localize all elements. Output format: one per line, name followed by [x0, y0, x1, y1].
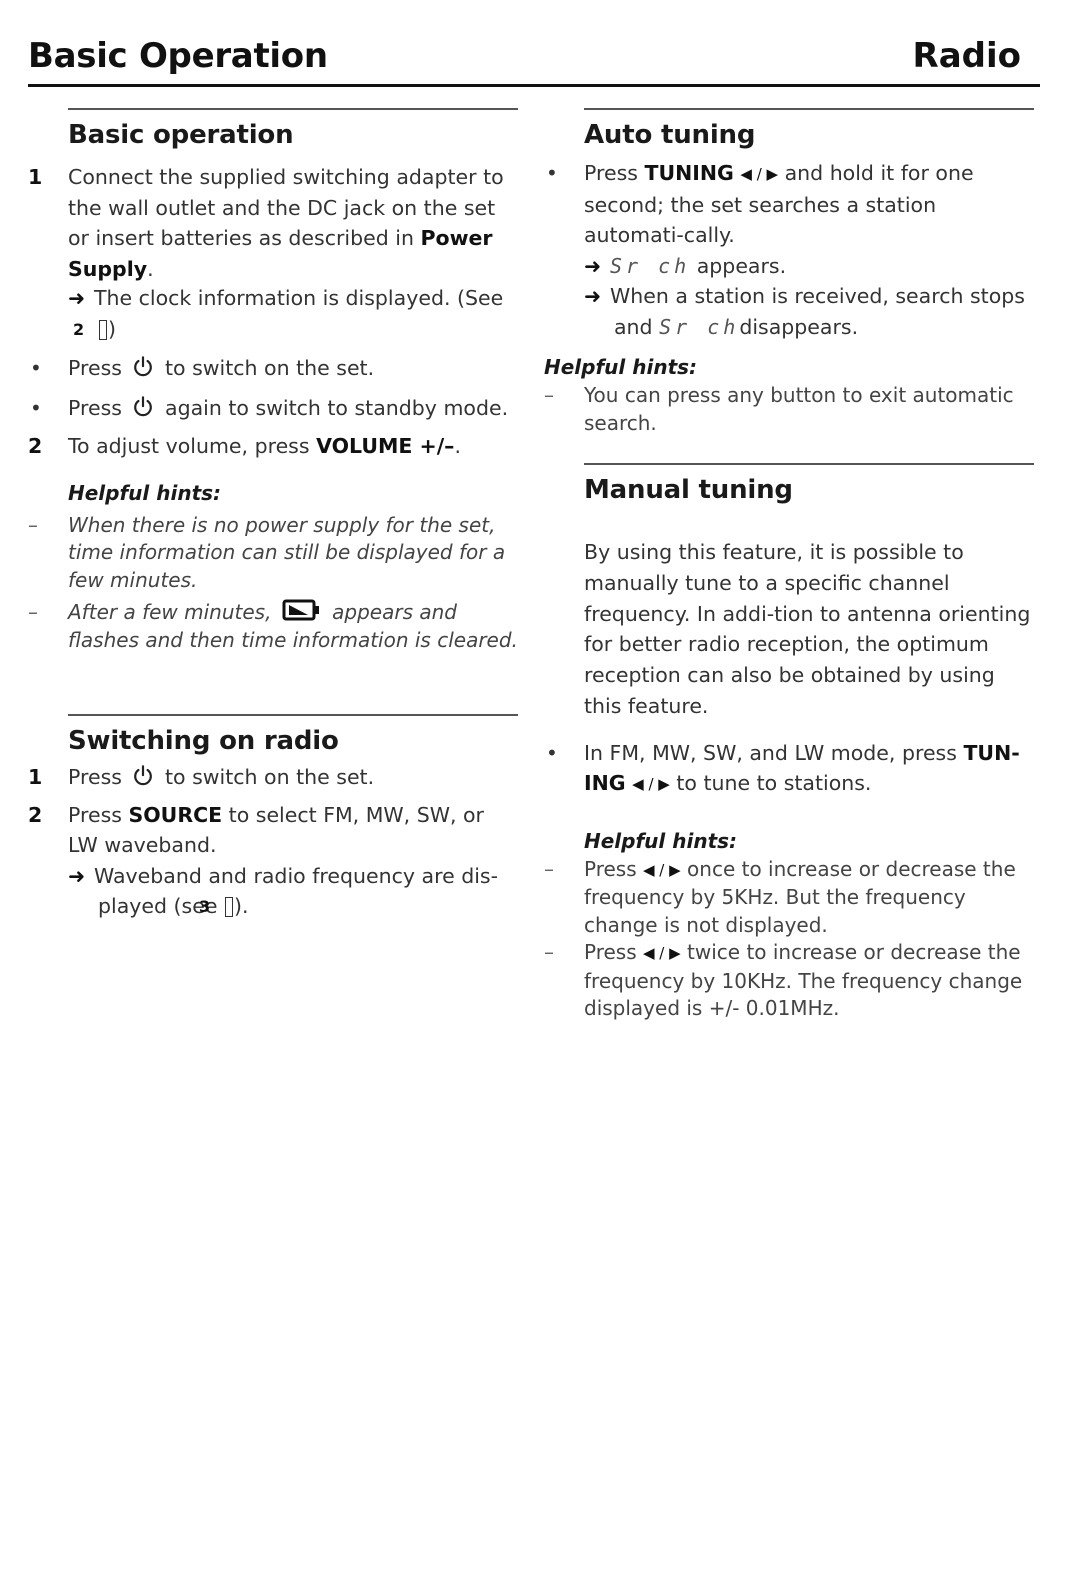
right-column: Auto tuning • Press TUNING ◀ / ▶ and hol… — [544, 108, 1034, 1023]
section-title: Basic operation — [68, 120, 294, 150]
hints-title: Helpful hints: — [544, 355, 698, 379]
result-text: The clock information is displayed. (See — [94, 286, 504, 310]
helpful-hints: Helpful hints: – You can press any butto… — [544, 352, 1034, 437]
bullet-text: Press — [68, 395, 129, 420]
bullet-icon: • — [30, 395, 42, 420]
figure-ref-badge: 3 — [199, 897, 233, 917]
dash-icon: – — [28, 600, 38, 624]
section-switching-on-radio: Switching on radio 1 Press to switch on … — [28, 714, 518, 922]
section-title: Auto tuning — [584, 120, 756, 150]
tuning-label: TUNING — [644, 161, 734, 185]
step-text: to switch on the set. — [158, 765, 375, 789]
bullet-text: to tune to stations. — [669, 771, 872, 796]
helpful-hints: Helpful hints: – Press ◀ / ▶ once to inc… — [544, 826, 1034, 1023]
page-title-right: Radio — [912, 36, 1021, 76]
hint-item: – When there is no power supply for the … — [28, 512, 518, 595]
section-rule — [68, 714, 518, 716]
punctuation: ) — [108, 316, 116, 341]
bullet-icon: • — [546, 740, 558, 765]
step-result: ➜ Waveband and radio frequency are dis-pl… — [68, 861, 518, 922]
dash-icon: – — [544, 940, 554, 965]
hint-item: – Press ◀ / ▶ once to increase or decrea… — [544, 856, 1034, 940]
hint-item: – You can press any button to exit autom… — [544, 382, 1034, 437]
hint-text: After a few minutes, — [68, 600, 278, 624]
intro-paragraph: By using this feature, it is possible to… — [584, 540, 1031, 718]
step-text: Press — [68, 802, 129, 827]
result-text: Waveband and radio frequency are dis-pla… — [94, 863, 498, 919]
arrow-icon: ➜ — [68, 863, 86, 888]
section-basic-operation: Basic operation 1 Connect the supplied s… — [28, 108, 518, 654]
bullet-text: to switch on the set. — [158, 356, 375, 380]
battery-icon — [282, 599, 319, 621]
dash-icon: – — [544, 383, 554, 407]
bullet-text: Press — [68, 356, 129, 380]
step-number: 2 — [28, 434, 43, 458]
section-manual-tuning: Manual tuning By using this feature, it … — [544, 463, 1034, 1023]
dash-icon: – — [544, 856, 554, 881]
figure-ref-badge: 2 — [73, 319, 107, 340]
bullet-manual-tune: • In FM, MW, SW, and LW mode, press TUN-… — [544, 738, 1034, 800]
step-text: To adjust volume, press — [68, 434, 317, 458]
hints-title: Helpful hints: — [68, 480, 222, 505]
bullet-switch-on: • Press to switch on the set. — [28, 353, 518, 384]
bullet-text: Press — [584, 161, 645, 185]
hints-title: Helpful hints: — [584, 828, 738, 853]
step-2: 2 Press SOURCE to select FM, MW, SW, or … — [28, 800, 518, 922]
header-rule — [28, 84, 1040, 87]
tuning-arrows-icon: ◀ / ▶ — [643, 944, 681, 963]
hint-text: When there is no power supply for the se… — [68, 512, 506, 592]
hint-item: – Press ◀ / ▶ twice to increase or decre… — [544, 939, 1034, 1023]
tuning-arrows-icon: ◀ / ▶ — [632, 775, 670, 794]
tuning-arrows-icon: ◀ / ▶ — [643, 860, 681, 879]
step-number: 1 — [28, 165, 43, 189]
result-text: appears. — [690, 253, 787, 278]
left-column: Basic operation 1 Connect the supplied s… — [28, 108, 518, 922]
hint-item: – After a few minutes, appears and flash… — [28, 599, 518, 654]
result-search: ➜ Sr ch appears. — [584, 251, 1034, 282]
bullet-auto-tune: • Press TUNING ◀ / ▶ and hold it for one… — [544, 158, 1034, 342]
arrow-icon: ➜ — [584, 253, 602, 278]
power-icon — [134, 395, 153, 416]
step-result: ➜ The clock information is displayed. (Se… — [68, 283, 518, 344]
hint-text: Press — [584, 940, 643, 965]
helpful-hints: Helpful hints: – When there is no power … — [28, 478, 518, 655]
dash-icon: – — [28, 512, 38, 537]
step-1: 1 Connect the supplied switching adapter… — [28, 162, 518, 344]
lcd-search-display: Sr ch — [610, 253, 691, 278]
power-icon — [134, 356, 153, 377]
section-auto-tuning: Auto tuning • Press TUNING ◀ / ▶ and hol… — [544, 108, 1034, 437]
result-text: disappears. — [739, 314, 859, 339]
page-title-left: Basic Operation — [28, 36, 328, 76]
step-text: Press — [68, 765, 129, 789]
bullet-standby: • Press again to switch to standby mode. — [28, 393, 518, 424]
page-header: Basic Operation Radio — [28, 36, 1033, 86]
lcd-search-display: Sr ch — [659, 314, 740, 339]
bullet-text: In FM, MW, SW, and LW mode, press — [584, 740, 964, 765]
section-title: Switching on radio — [68, 726, 339, 756]
source-label: SOURCE — [128, 802, 223, 827]
bullet-icon: • — [546, 161, 558, 185]
punctuation: . — [147, 256, 154, 281]
arrow-icon: ➜ — [68, 286, 86, 310]
step-number: 2 — [28, 802, 43, 827]
step-number: 1 — [28, 765, 43, 789]
volume-label: VOLUME +/– — [316, 434, 455, 458]
punctuation: . — [454, 434, 461, 458]
tuning-arrows-icon: ◀ / ▶ — [740, 165, 779, 183]
section-title: Manual tuning — [584, 475, 793, 505]
arrow-icon: ➜ — [584, 284, 602, 308]
section-rule — [68, 108, 518, 110]
hint-text: You can press any button to exit automat… — [584, 383, 1014, 435]
bullet-text: again to switch to standby mode. — [158, 395, 509, 420]
step-1: 1 Press to switch on the set. — [28, 762, 518, 793]
hint-text: Press — [584, 856, 643, 881]
power-icon — [134, 765, 153, 786]
result-station-found: ➜ When a station is received, search stop… — [584, 281, 1034, 342]
section-rule — [584, 108, 1034, 110]
section-rule — [584, 463, 1034, 465]
punctuation: ). — [233, 894, 249, 918]
bullet-icon: • — [30, 356, 42, 380]
step-2: 2 To adjust volume, press VOLUME +/–. — [28, 431, 518, 462]
